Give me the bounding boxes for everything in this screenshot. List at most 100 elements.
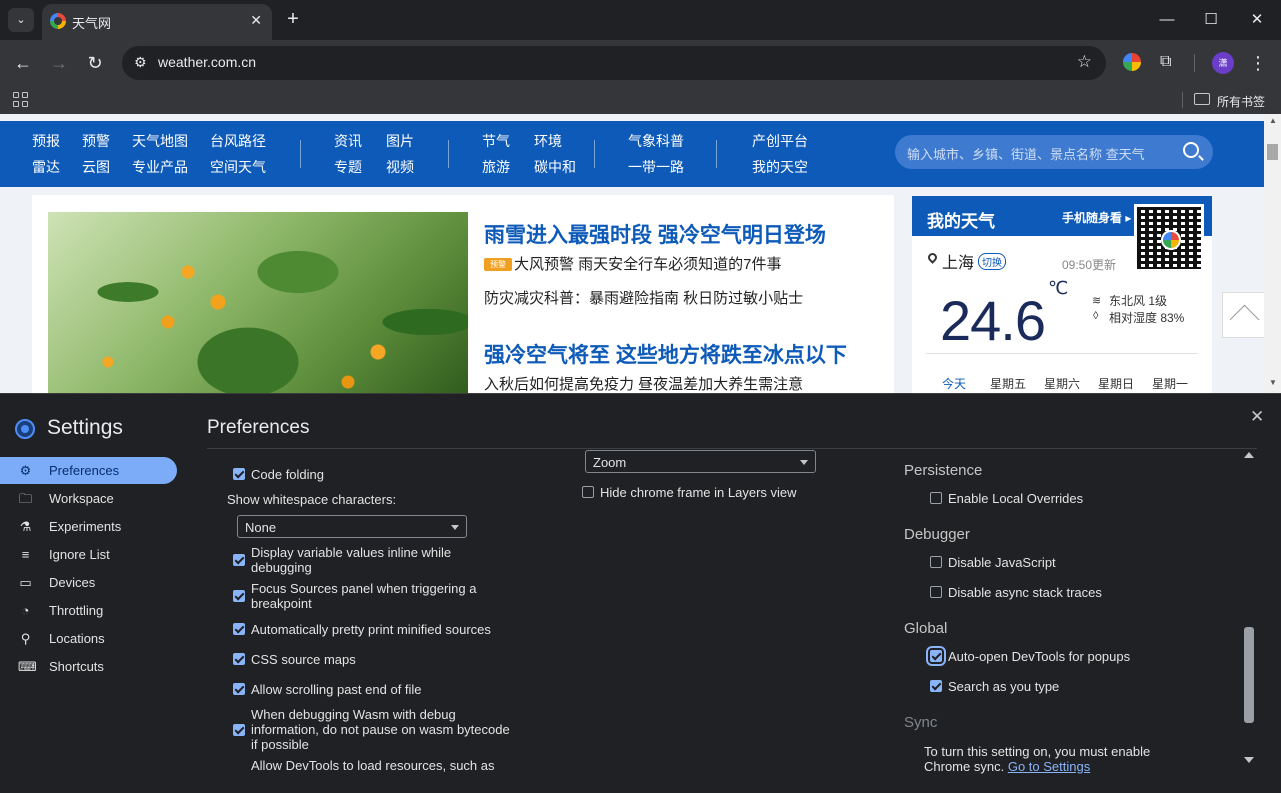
chrome-menu-icon[interactable]: ⋮ (1246, 51, 1270, 75)
news-link[interactable]: 防灾减灾科普：暴雨避险指南 秋日防过敏小贴士 (484, 287, 803, 308)
nav-link[interactable]: 专业产品 (132, 157, 188, 177)
back-to-top-button[interactable] (1222, 292, 1268, 338)
nav-link[interactable]: 台风路径 (210, 131, 266, 151)
code-folding-checkbox[interactable] (233, 468, 245, 480)
scroll-up-arrow-icon[interactable]: ▲ (1269, 116, 1277, 125)
day-tab[interactable]: 星期日 (1098, 375, 1134, 392)
tab-search-button[interactable]: ⌄ (8, 8, 34, 32)
minimize-button[interactable]: — (1155, 8, 1179, 32)
nav-link[interactable]: 气象科普 (628, 131, 684, 151)
sidebar-item-workspace[interactable]: 🗀 Workspace (0, 485, 177, 512)
sidebar-item-label: Devices (49, 575, 96, 590)
nav-link[interactable]: 空间天气 (210, 157, 266, 177)
nav-link[interactable]: 我的天空 (752, 157, 808, 177)
nav-link[interactable]: 一带一路 (628, 157, 684, 177)
nav-link[interactable]: 视频 (386, 157, 414, 177)
tab-close-icon[interactable]: ✕ (250, 12, 262, 29)
pretty-print-checkbox[interactable] (233, 623, 245, 635)
maximize-button[interactable]: ☐ (1199, 8, 1223, 32)
nav-link[interactable]: 专题 (334, 157, 362, 177)
color-extension-icon[interactable] (1123, 53, 1141, 71)
nav-divider (448, 140, 449, 168)
nav-link[interactable]: 环境 (534, 131, 562, 151)
local-overrides-checkbox[interactable] (930, 492, 942, 504)
switch-city-button[interactable]: 切换 (978, 253, 1006, 270)
new-tab-button[interactable]: + (283, 8, 303, 30)
update-time: 09:50更新 (1062, 258, 1117, 272)
zoom-select[interactable]: Zoom (585, 450, 816, 473)
go-to-settings-link[interactable]: Go to Settings (1008, 759, 1090, 774)
close-settings-icon[interactable]: ✕ (1250, 407, 1264, 427)
scroll-down-arrow-icon[interactable]: ▼ (1269, 378, 1277, 387)
news-link[interactable]: 入秋后如何提高免疫力 昼夜温差加大养生需注意 (484, 373, 803, 393)
persistence-heading: Persistence (904, 462, 983, 479)
settings-scrollbar[interactable] (1241, 449, 1257, 771)
sidebar-item-locations[interactable]: ⚲ Locations (0, 625, 177, 652)
nav-link[interactable]: 节气 (482, 131, 510, 151)
day-tab[interactable]: 星期一 (1152, 375, 1188, 392)
current-temperature: 24.6 (940, 289, 1046, 352)
disable-async-checkbox[interactable] (930, 586, 942, 598)
sidebar-item-throttling[interactable]: ◔ Throttling (0, 597, 177, 624)
nav-divider (300, 140, 301, 168)
all-bookmarks-link[interactable]: 所有书签 (1217, 93, 1265, 110)
extensions-puzzle-icon[interactable]: ⧉ (1160, 53, 1178, 71)
sidebar-item-shortcuts[interactable]: ⌨ Shortcuts (0, 653, 177, 680)
nav-link[interactable]: 碳中和 (534, 157, 576, 177)
day-tab[interactable]: 星期六 (1044, 375, 1080, 392)
back-button[interactable]: ← (11, 51, 35, 75)
allow-resources-label: Allow DevTools to load resources, such a… (251, 758, 495, 773)
headline-link[interactable]: 雨雪进入最强时段 强冷空气明日登场 (484, 219, 826, 249)
disable-javascript-label: Disable JavaScript (948, 555, 1056, 570)
window-close-button[interactable]: ✕ (1245, 8, 1269, 32)
nav-link[interactable]: 资讯 (334, 131, 362, 151)
scroll-past-end-checkbox[interactable] (233, 683, 245, 695)
sidebar-item-experiments[interactable]: ⚗ Experiments (0, 513, 177, 540)
disable-async-label: Disable async stack traces (948, 585, 1102, 600)
nav-link[interactable]: 云图 (82, 157, 110, 177)
nav-link[interactable]: 旅游 (482, 157, 510, 177)
address-bar[interactable]: ⚙ weather.com.cn ☆ (122, 46, 1106, 80)
sidebar-item-preferences[interactable]: ⚙ Preferences (0, 457, 177, 484)
news-link[interactable]: 大风预警 雨天安全行车必须知道的7件事 (514, 253, 782, 274)
scroll-thumb[interactable] (1244, 627, 1254, 723)
nav-link[interactable]: 天气地图 (132, 131, 188, 151)
css-source-maps-checkbox[interactable] (233, 653, 245, 665)
day-tab[interactable]: 今天 (942, 375, 966, 392)
nav-link[interactable]: 图片 (386, 131, 414, 151)
qr-code (1134, 204, 1204, 272)
nav-link[interactable]: 雷达 (32, 157, 60, 177)
nav-link[interactable]: 预警 (82, 131, 110, 151)
focus-sources-checkbox[interactable] (233, 590, 245, 602)
city-name: 上海 (942, 255, 975, 272)
wasm-debug-checkbox[interactable] (233, 724, 245, 736)
forward-button[interactable]: → (47, 51, 71, 75)
scroll-thumb[interactable] (1267, 144, 1278, 160)
city-search-input[interactable]: 输入城市、乡镇、街道、景点名称 查天气 (895, 135, 1213, 169)
reload-button[interactable]: ↻ (83, 51, 107, 75)
scroll-up-arrow-icon[interactable] (1244, 452, 1254, 458)
page-scrollbar[interactable]: ▲ ▼ (1264, 114, 1281, 393)
scroll-down-arrow-icon[interactable] (1244, 757, 1254, 763)
mobile-link[interactable]: 手机随身看 ▸ (1062, 209, 1131, 226)
inline-values-checkbox[interactable] (233, 554, 245, 566)
auto-open-devtools-checkbox[interactable] (926, 646, 946, 666)
sidebar-item-devices[interactable]: ▭ Devices (0, 569, 177, 596)
sidebar-item-ignore-list[interactable]: ≡ Ignore List (0, 541, 177, 568)
nav-link[interactable]: 产创平台 (752, 131, 808, 151)
disable-javascript-checkbox[interactable] (930, 556, 942, 568)
bookmark-star-icon[interactable]: ☆ (1077, 52, 1092, 72)
osmanthus-photo[interactable] (48, 212, 468, 393)
whitespace-select[interactable]: None (237, 515, 467, 538)
apps-grid-icon[interactable] (13, 92, 29, 108)
headline-link[interactable]: 强冷空气将至 这些地方将跌至冰点以下 (484, 339, 847, 369)
search-icon[interactable] (1183, 142, 1199, 158)
search-as-you-type-checkbox[interactable] (930, 680, 942, 692)
hide-chrome-frame-checkbox[interactable] (582, 486, 594, 498)
day-tab[interactable]: 星期五 (990, 375, 1026, 392)
profile-avatar[interactable]: 潇 (1212, 52, 1234, 74)
site-info-icon[interactable]: ⚙ (134, 54, 147, 71)
sidebar-item-label: Workspace (49, 491, 114, 506)
nav-link[interactable]: 预报 (32, 131, 60, 151)
active-tab[interactable]: 天气网 ✕ (42, 4, 272, 40)
